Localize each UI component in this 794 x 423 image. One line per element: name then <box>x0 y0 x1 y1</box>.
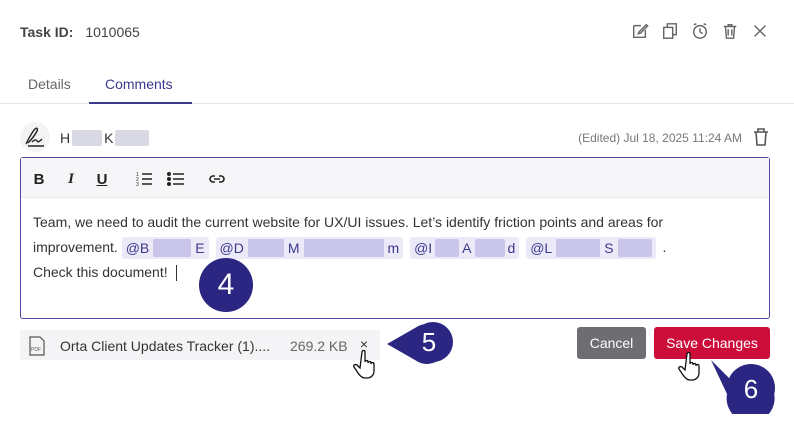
comment-line-2: improvement. @B E @D M m @I A d @L S . <box>33 235 753 260</box>
step-callout-5-number: 5 <box>421 326 437 357</box>
author-name: H K <box>60 130 150 146</box>
save-changes-button[interactable]: Save Changes <box>654 327 770 359</box>
cancel-button[interactable]: Cancel <box>577 327 646 359</box>
underline-button[interactable]: U <box>91 168 113 190</box>
step-callout-4-number: 4 <box>217 268 235 301</box>
attachment-size: 269.2 KB <box>290 338 348 354</box>
mention-chip[interactable]: @I A d <box>410 237 520 260</box>
comment-line-3-text: Check this document! <box>33 264 168 280</box>
italic-button[interactable]: I <box>60 168 82 190</box>
redacted-text <box>435 239 460 258</box>
comment-header: H K (Edited) Jul 18, 2025 11:24 AM <box>20 122 774 152</box>
attachment-chip[interactable]: PDF Orta Client Updates Tracker (1).... … <box>20 330 380 360</box>
redacted-text <box>115 130 150 146</box>
text-cursor-icon <box>175 265 184 282</box>
pdf-file-icon: PDF <box>28 336 46 356</box>
mention-prefix: @B <box>125 239 150 256</box>
step-callout-5: 5 <box>385 320 457 364</box>
task-id: Task ID: 1010065 <box>20 24 140 40</box>
bold-button[interactable]: B <box>28 168 50 190</box>
redacted-text <box>247 239 284 258</box>
step-callout-4: 4 <box>199 258 253 312</box>
trash-icon[interactable] <box>720 20 740 42</box>
pointer-hand-icon <box>677 350 705 382</box>
pointer-hand-icon <box>352 348 380 380</box>
header-actions <box>630 20 770 42</box>
step-callout-6-number: 6 <box>743 373 759 404</box>
mention-prefix: @L <box>530 239 553 256</box>
tab-details[interactable]: Details <box>28 76 71 92</box>
author-initial-last: K <box>104 130 114 146</box>
edit-icon[interactable] <box>630 20 650 42</box>
author-initial-first: H <box>60 130 71 146</box>
svg-text:3: 3 <box>136 182 139 188</box>
mention-middle: S <box>604 239 614 256</box>
comment-line-2-prefix: improvement. <box>33 239 118 255</box>
comment-line-2-end: . <box>662 239 667 255</box>
mention-middle: M <box>287 239 300 256</box>
mention-chip[interactable]: @D M m <box>215 237 404 260</box>
mention-suffix: d <box>507 239 516 256</box>
redacted-text <box>72 130 103 146</box>
redacted-text <box>474 239 505 258</box>
task-header: Task ID: 1010065 <box>0 0 794 62</box>
redacted-text <box>556 239 601 258</box>
svg-text:PDF: PDF <box>31 347 41 353</box>
active-tab-indicator <box>89 102 192 104</box>
bullet-list-icon[interactable] <box>165 168 187 190</box>
comment-line-1: Team, we need to audit the current websi… <box>33 214 664 230</box>
mention-middle: A <box>462 239 472 256</box>
link-icon[interactable] <box>206 168 228 190</box>
tab-bar: Details Comments <box>0 66 794 104</box>
redacted-text <box>153 239 192 258</box>
close-icon[interactable] <box>750 20 770 42</box>
comment-line-3: Check this document! <box>33 260 753 285</box>
redacted-text <box>303 239 384 258</box>
mention-prefix: @I <box>414 239 433 256</box>
comment-editor[interactable]: B I U 123 Team, we need to audit the cur… <box>20 157 770 319</box>
mention-suffix: m <box>387 239 400 256</box>
redacted-text <box>617 239 652 258</box>
attachment-name[interactable]: Orta Client Updates Tracker (1).... <box>60 338 270 354</box>
ordered-list-icon[interactable]: 123 <box>133 168 155 190</box>
mention-chip[interactable]: @B E <box>121 237 209 260</box>
editor-toolbar: B I U 123 <box>21 158 769 198</box>
mention-chip[interactable]: @L S <box>526 237 656 260</box>
task-id-label: Task ID: <box>20 24 74 40</box>
task-id-value: 1010065 <box>85 24 140 40</box>
comment-text[interactable]: Team, we need to audit the current websi… <box>33 210 753 285</box>
alarm-clock-icon[interactable] <box>690 20 710 42</box>
delete-comment-icon[interactable] <box>752 127 770 147</box>
edited-timestamp: (Edited) Jul 18, 2025 11:24 AM <box>578 131 742 145</box>
avatar <box>20 122 50 152</box>
signature-icon <box>25 127 44 147</box>
step-callout-6: 6 <box>707 360 779 414</box>
duplicate-icon[interactable] <box>660 20 680 42</box>
tab-comments[interactable]: Comments <box>105 76 173 92</box>
